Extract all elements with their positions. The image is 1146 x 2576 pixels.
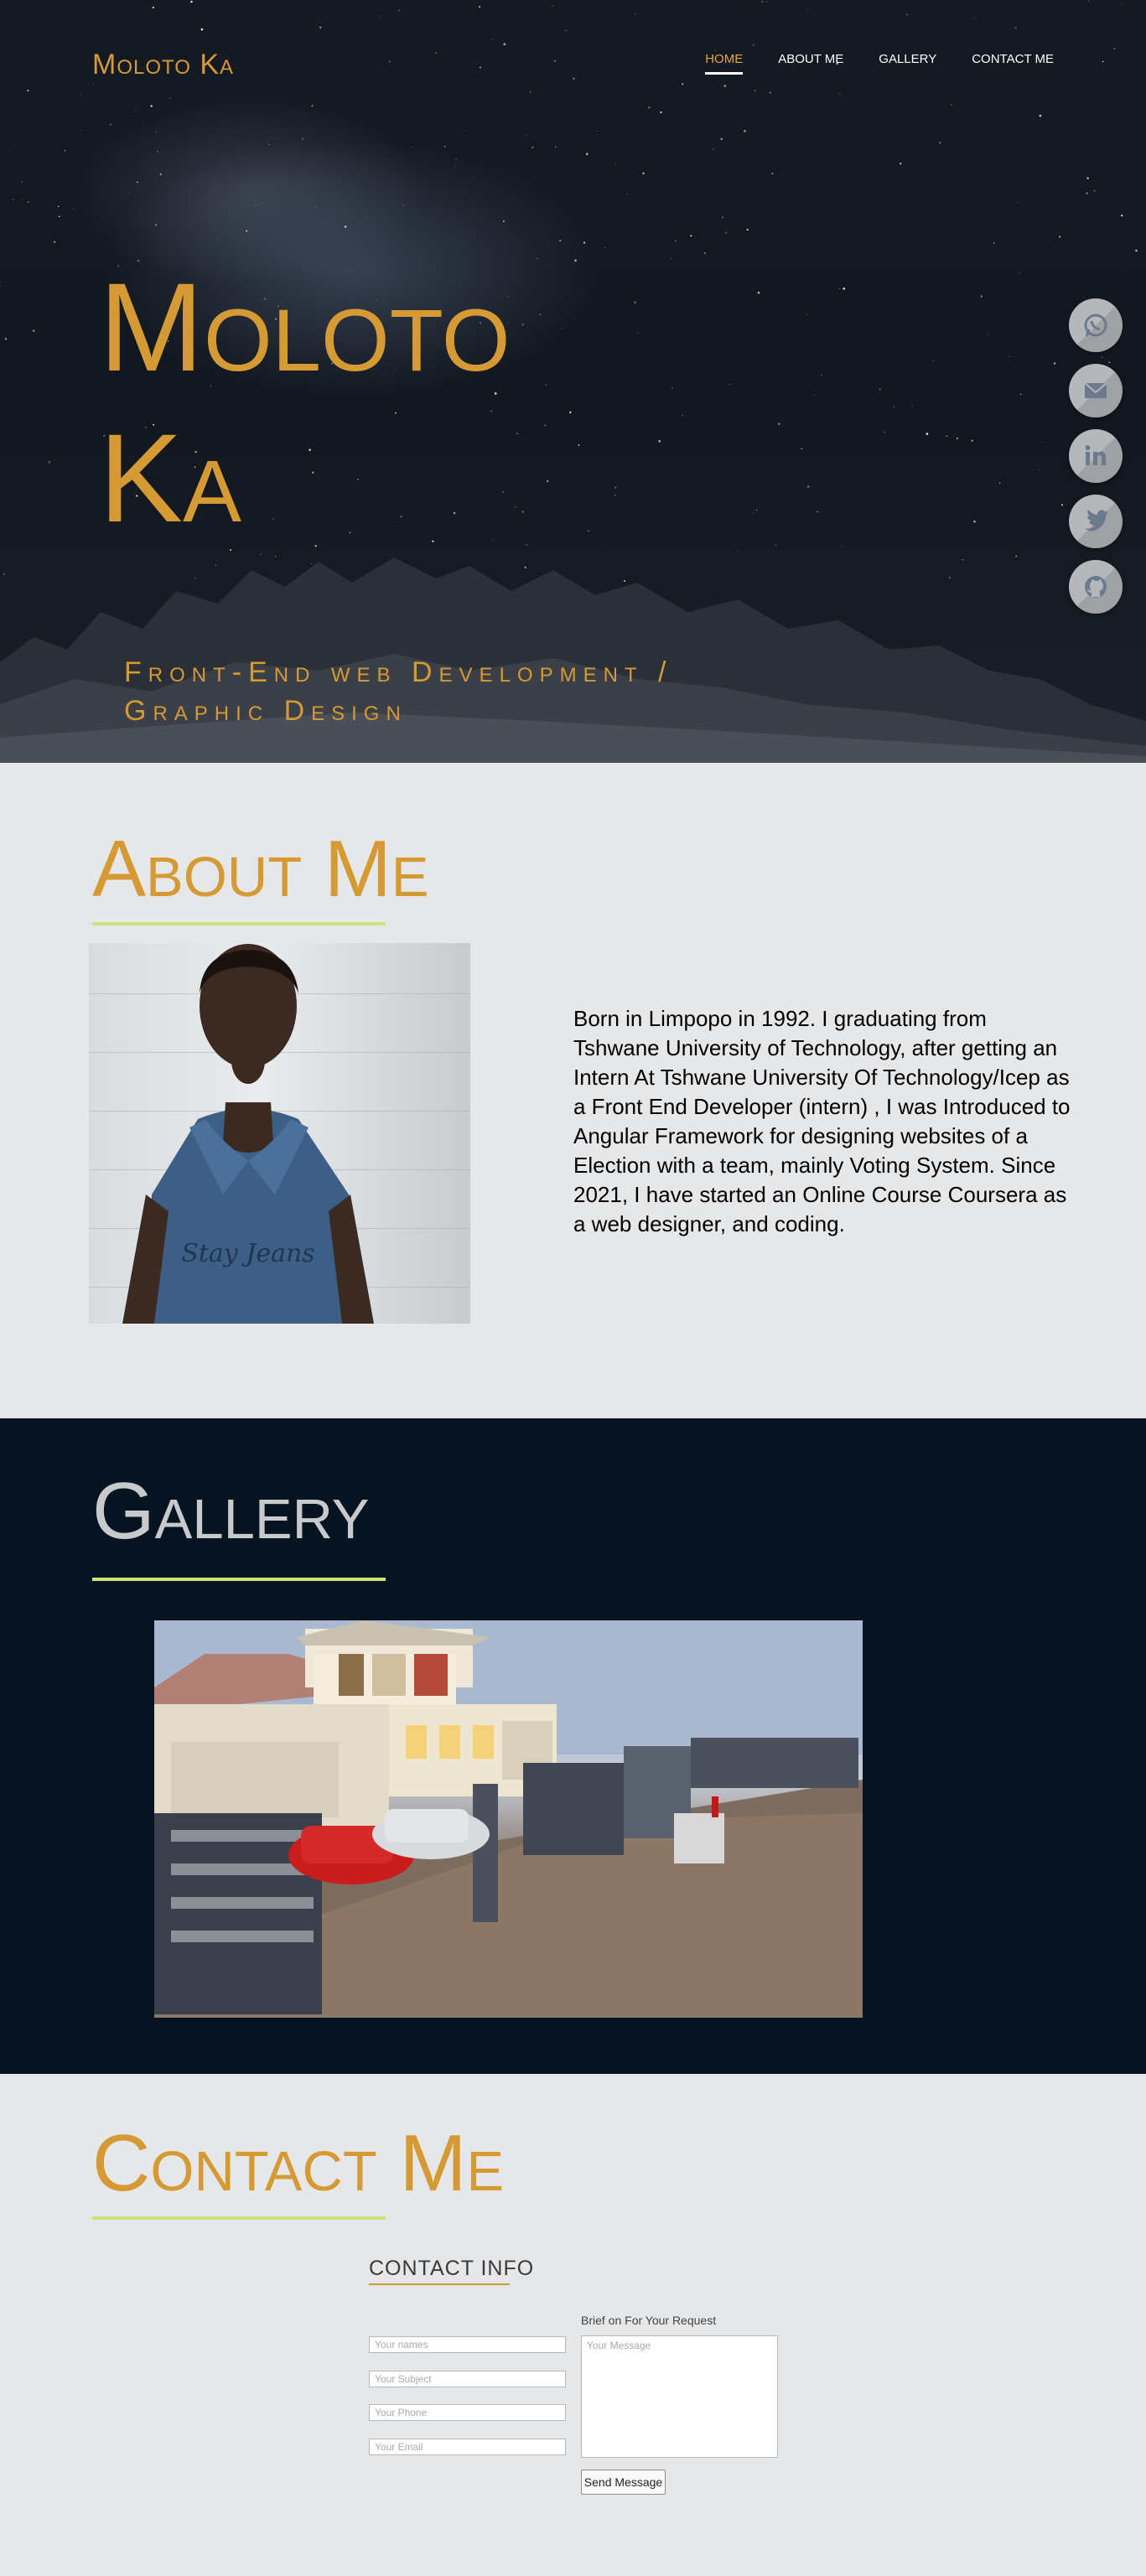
contact-title: Contact Me bbox=[92, 2118, 505, 2208]
hero-subtitle-line1: Front-End web Development / bbox=[124, 656, 673, 688]
gallery-title: Gallery bbox=[92, 1466, 370, 1556]
hero-section: Moloto Ka HOME ABOUT ME GALLERY CONTACT … bbox=[0, 0, 1146, 763]
about-paragraph: Born in Limpopo in 1992. I graduating fr… bbox=[573, 1006, 1071, 1236]
send-message-button[interactable]: Send Message bbox=[581, 2470, 666, 2495]
nav-about-me[interactable]: ABOUT ME bbox=[778, 52, 843, 75]
name-input[interactable] bbox=[369, 2336, 566, 2353]
hero-title-line2: Ka bbox=[99, 407, 242, 548]
nav-contact-me[interactable]: CONTACT ME bbox=[972, 52, 1054, 75]
email-icon[interactable] bbox=[1069, 364, 1123, 417]
about-section: About Me Stay Jeans Born in Limpopo in 1… bbox=[0, 763, 1146, 1418]
hero-subtitle-line2: Graphic Design bbox=[124, 694, 407, 727]
hero-title: Moloto Ka bbox=[99, 251, 686, 553]
message-textarea[interactable] bbox=[581, 2335, 778, 2458]
contact-info-underline bbox=[369, 2283, 510, 2285]
whatsapp-icon[interactable] bbox=[1069, 298, 1123, 352]
gallery-house-render-image[interactable] bbox=[154, 1620, 863, 2018]
about-title: About Me bbox=[92, 824, 429, 914]
brand-logo-text[interactable]: Moloto Ka bbox=[92, 49, 234, 81]
hero-title-line1: Moloto bbox=[99, 257, 511, 397]
brief-label: Brief on For Your Request bbox=[581, 2314, 717, 2327]
github-icon[interactable] bbox=[1069, 560, 1123, 614]
about-title-underline bbox=[92, 922, 386, 925]
shirt-print-text: Stay Jeans bbox=[181, 1239, 314, 1268]
contact-title-underline bbox=[92, 2216, 386, 2220]
linkedin-icon[interactable] bbox=[1069, 429, 1123, 483]
email-input[interactable] bbox=[369, 2439, 566, 2455]
nav-home[interactable]: HOME bbox=[705, 52, 744, 75]
subject-input[interactable] bbox=[369, 2371, 566, 2387]
gallery-title-underline bbox=[92, 1578, 386, 1581]
twitter-icon[interactable] bbox=[1069, 495, 1123, 548]
gallery-section: Gallery bbox=[0, 1418, 1146, 2074]
profile-photo: Stay Jeans bbox=[89, 943, 470, 1324]
contact-section: Contact Me CONTACT INFO Brief on For You… bbox=[0, 2074, 1146, 2576]
contact-info-heading: CONTACT INFO bbox=[369, 2257, 535, 2280]
hero-subtitle: Front-End web Development / Graphic Desi… bbox=[124, 654, 795, 731]
nav-gallery[interactable]: GALLERY bbox=[879, 52, 936, 75]
social-links bbox=[1069, 298, 1123, 614]
phone-input[interactable] bbox=[369, 2404, 566, 2421]
main-nav: HOME ABOUT ME GALLERY CONTACT ME bbox=[705, 52, 1054, 75]
